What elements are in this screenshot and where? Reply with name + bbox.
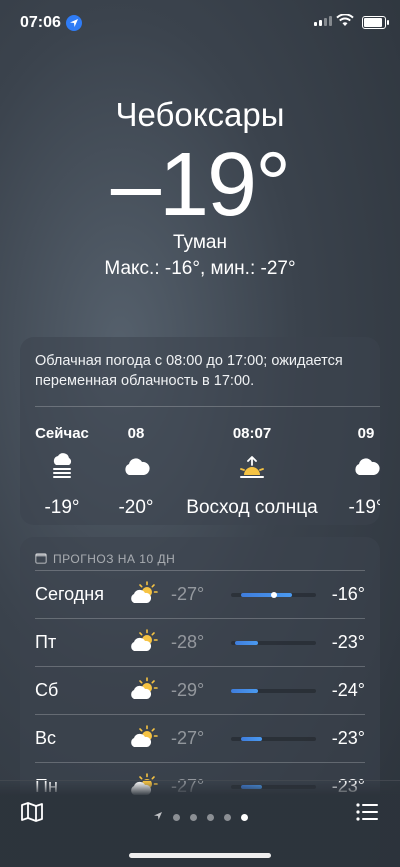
temp-range-bar: [231, 689, 316, 693]
forecast-header-label: ПРОГНОЗ НА 10 ДН: [53, 552, 176, 566]
hour-item: 09 -19°: [338, 425, 380, 519]
hour-label: 08:07: [232, 425, 272, 442]
cloud-icon: [104, 449, 168, 485]
page-dot[interactable]: [189, 813, 197, 821]
day-name: Вс: [35, 728, 57, 748]
day-low: -29°: [171, 680, 205, 700]
forecast-day-row[interactable]: Вс -27° -23°: [35, 714, 365, 763]
page-dot[interactable]: [172, 813, 180, 821]
hour-item: 08:07 Восход солнца: [168, 425, 336, 519]
city-name: Чебоксары: [115, 96, 285, 133]
partly-cloudy-icon: [128, 725, 158, 754]
hour-temp: -20°: [118, 497, 154, 518]
sunrise-icon: [168, 449, 336, 485]
hourly-summary: Облачная погода с 08:00 до 17:00; ожидае…: [35, 353, 343, 389]
hour-label: 09: [357, 425, 375, 442]
battery-icon: [362, 16, 389, 29]
hour-label: Сейчас: [35, 425, 89, 442]
fog-icon: [20, 449, 104, 485]
partly-cloudy-icon: [128, 677, 158, 706]
temp-range-fill: [231, 689, 259, 693]
page-dot[interactable]: [223, 813, 231, 821]
hour-item: Сейчас -19°: [20, 425, 104, 519]
day-high: -23°: [331, 728, 365, 748]
forecast-day-row[interactable]: Пт -28° -23°: [35, 618, 365, 667]
current-condition: Туман: [173, 232, 227, 253]
cellular-signal-icon: [314, 16, 332, 26]
page-dot-active[interactable]: [240, 813, 248, 821]
day-name: Сб: [35, 680, 59, 700]
temp-range-bar: [231, 641, 316, 645]
wifi-icon: [336, 13, 354, 32]
location-arrow-icon: [153, 808, 163, 826]
day-high: -16°: [331, 584, 365, 604]
day-low: -27°: [171, 584, 205, 604]
home-indicator[interactable]: [129, 853, 271, 858]
page-indicator[interactable]: [0, 808, 400, 826]
hour-temp: Восход солнца: [186, 497, 318, 518]
cloud-icon: [338, 449, 380, 485]
day-low: -28°: [171, 632, 205, 652]
day-high: -23°: [331, 632, 365, 652]
list-icon[interactable]: [356, 803, 378, 826]
forecast-header: ПРОГНОЗ НА 10 ДН: [20, 537, 380, 570]
temp-range-bar: [231, 737, 316, 741]
day-low: -27°: [171, 728, 205, 748]
forecast-day-row[interactable]: Сб -29° -24°: [35, 666, 365, 715]
partly-cloudy-icon: [128, 629, 158, 658]
current-temperature: –19°: [110, 135, 291, 235]
bottom-toolbar: [0, 780, 400, 867]
page-dot[interactable]: [206, 813, 214, 821]
hour-label: 08: [127, 425, 145, 442]
hour-temp: -19°: [348, 497, 380, 518]
day-name: Пт: [35, 632, 57, 652]
status-time: 07:06: [20, 14, 61, 31]
temp-range-bar: [231, 592, 316, 598]
current-temp-dot: [270, 592, 277, 598]
temp-range-fill: [241, 737, 262, 741]
divider: [35, 406, 380, 407]
day-high: -24°: [331, 680, 365, 700]
day-name: Сегодня: [35, 584, 104, 604]
hourly-forecast-card[interactable]: Облачная погода с 08:00 до 17:00; ожидае…: [20, 337, 380, 525]
status-bar: 07:06: [0, 0, 400, 44]
high-low-temperature: Макс.: -16°, мин.: -27°: [104, 258, 296, 279]
partly-cloudy-icon: [128, 581, 158, 610]
hour-item: 08 -20°: [104, 425, 168, 519]
hour-temp: -19°: [44, 497, 80, 518]
location-arrow-icon: [66, 15, 82, 31]
calendar-icon: [35, 552, 47, 567]
temp-range-fill: [241, 593, 293, 597]
forecast-day-row[interactable]: Сегодня -27° -16°: [35, 570, 365, 619]
temp-range-fill: [235, 641, 259, 645]
